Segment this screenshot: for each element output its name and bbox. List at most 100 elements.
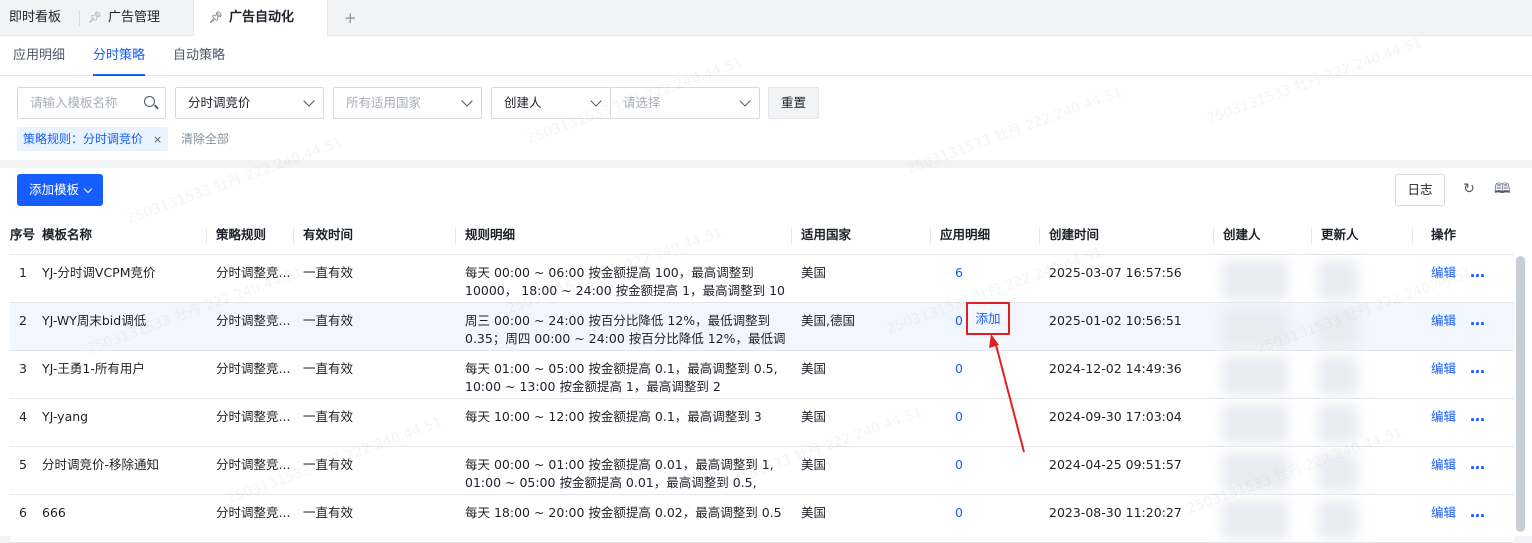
reset-button[interactable]: 重置	[768, 87, 820, 119]
creator-field-select[interactable]: 创建人	[491, 87, 611, 119]
strategy-rule: 分时调整竞...	[216, 265, 291, 280]
strategy-rule: 分时调整竞...	[216, 505, 291, 520]
tab-time-strategy[interactable]: 分时策略	[93, 36, 146, 76]
country: 美国	[801, 265, 827, 280]
more-icon[interactable]: …	[1470, 407, 1485, 425]
chevron-down-icon	[303, 95, 315, 107]
col-index: 序号	[10, 227, 36, 242]
window-tab-ad-management[interactable]: 📌︎ 广告管理	[88, 0, 160, 36]
col-creator: 创建人	[1223, 227, 1261, 242]
valid-time: 一直有效	[303, 313, 354, 328]
column-divider	[1039, 228, 1040, 244]
column-divider	[791, 228, 792, 244]
column-divider	[930, 228, 931, 244]
row-index: 2	[19, 313, 27, 328]
window-tab-bar: 即时看板 📌︎ 广告管理 📌︎ 广告自动化 +	[0, 0, 1532, 37]
updater-redacted	[1318, 309, 1358, 347]
column-divider	[1412, 228, 1413, 244]
rule-detail: 周三 00:00 ~ 24:00 按百分比降低 12%，最低调整到 0.35；周…	[465, 313, 786, 346]
add-tab-button[interactable]: +	[344, 0, 357, 36]
chevron-down-icon	[590, 95, 602, 107]
app-count-link[interactable]: 0	[955, 408, 963, 426]
add-app-link[interactable]: 添加	[966, 302, 1010, 335]
sub-tab-bar: 应用明细 分时策略 自动策略	[0, 36, 1532, 76]
edit-link[interactable]: 编辑	[1431, 408, 1456, 426]
rule-detail: 每天 10:00 ~ 12:00 按金额提高 0.1，最高调整到 3	[465, 409, 762, 424]
valid-time: 一直有效	[303, 361, 354, 376]
creator-redacted	[1222, 309, 1288, 347]
template-search-input[interactable]: 请输入模板名称	[17, 87, 166, 119]
created-time: 2024-04-25 09:51:57	[1049, 457, 1182, 472]
column-divider	[206, 228, 207, 244]
creator-redacted	[1222, 453, 1288, 491]
updater-redacted	[1318, 501, 1358, 539]
edit-link[interactable]: 编辑	[1431, 264, 1456, 282]
country-select[interactable]: 所有适用国家	[333, 87, 482, 119]
rule-detail: 每天 18:00 ~ 20:00 按金额提高 0.02，最高调整到 0.5	[465, 505, 782, 520]
app-count-link[interactable]: 0	[955, 456, 963, 474]
app-count-link[interactable]: 0	[955, 312, 963, 330]
updater-redacted	[1318, 357, 1358, 395]
col-actions: 操作	[1431, 227, 1457, 242]
refresh-icon[interactable]: ↻	[1462, 182, 1476, 196]
template-name: 666	[42, 505, 66, 520]
edit-link[interactable]: 编辑	[1431, 456, 1456, 474]
column-divider	[293, 228, 294, 244]
tab-divider	[79, 10, 80, 26]
section-divider	[0, 160, 1532, 168]
creator-value-select[interactable]: 请选择	[610, 87, 760, 119]
row-index: 5	[19, 457, 27, 472]
more-icon[interactable]: …	[1470, 263, 1485, 281]
app-count-link[interactable]: 6	[955, 264, 963, 282]
more-icon[interactable]: …	[1470, 503, 1485, 521]
clear-all-link[interactable]: 清除全部	[181, 127, 229, 151]
creator-redacted	[1222, 405, 1288, 443]
close-icon[interactable]: ×	[153, 133, 162, 146]
col-app-detail: 应用明细	[940, 227, 991, 242]
template-name: 分时调竞价-移除通知	[42, 457, 160, 472]
chevron-down-icon	[461, 95, 473, 107]
book-icon[interactable]: 🕮︎	[1494, 182, 1511, 196]
creator-redacted	[1222, 501, 1288, 539]
more-icon[interactable]: …	[1470, 359, 1485, 377]
edit-link[interactable]: 编辑	[1431, 360, 1456, 378]
add-template-button[interactable]: 添加模板	[17, 174, 104, 206]
vertical-scrollbar[interactable]	[1516, 256, 1525, 532]
log-button[interactable]: 日志	[1395, 174, 1445, 206]
col-country: 适用国家	[801, 227, 852, 242]
tab-auto-strategy[interactable]: 自动策略	[173, 36, 225, 76]
col-rule-detail: 规则明细	[465, 227, 516, 242]
tab-app-detail[interactable]: 应用明细	[13, 36, 65, 76]
window-tab-ad-automation[interactable]: 📌︎ 广告自动化	[193, 0, 328, 37]
window-tab-dashboard[interactable]: 即时看板	[9, 0, 61, 36]
valid-time: 一直有效	[303, 265, 354, 280]
created-time: 2024-09-30 17:03:04	[1049, 409, 1182, 424]
app-count-link[interactable]: 0	[955, 504, 963, 522]
more-icon[interactable]: …	[1470, 455, 1485, 473]
created-time: 2023-08-30 11:20:27	[1049, 505, 1182, 520]
col-template-name: 模板名称	[42, 227, 93, 242]
rule-detail: 每天 00:00 ~ 06:00 按金额提高 100，最高调整到 10000， …	[465, 265, 785, 298]
edit-link[interactable]: 编辑	[1431, 504, 1456, 522]
template-name: YJ-王勇1-所有用户	[42, 361, 145, 376]
rule-detail: 每天 01:00 ~ 05:00 按金额提高 0.1，最高调整到 0.5, 10…	[465, 361, 778, 394]
col-updater: 更新人	[1321, 227, 1359, 242]
created-time: 2025-03-07 16:57:56	[1049, 265, 1182, 280]
country: 美国	[801, 457, 827, 472]
strategy-rule: 分时调整竞...	[216, 409, 291, 424]
row-index: 1	[19, 265, 27, 280]
row-index: 4	[19, 409, 27, 424]
table-row: 2 YJ-WY周末bid调低 分时调整竞... 一直有效 周三 00:00 ~ …	[10, 303, 1514, 351]
strategy-rule: 分时调整竞...	[216, 313, 291, 328]
edit-link[interactable]: 编辑	[1431, 312, 1456, 330]
valid-time: 一直有效	[303, 505, 354, 520]
strategy-select[interactable]: 分时调竞价	[175, 87, 324, 119]
rule-detail: 每天 00:00 ~ 01:00 按金额提高 0.01，最高调整到 1, 01:…	[465, 457, 774, 490]
template-name: YJ-分时调VCPM竞价	[42, 265, 156, 280]
more-icon[interactable]: …	[1470, 311, 1485, 329]
created-time: 2024-12-02 14:49:36	[1049, 361, 1182, 376]
strategy-rule: 分时调整竞...	[216, 457, 291, 472]
country: 美国	[801, 361, 827, 376]
app-count-link[interactable]: 0	[955, 360, 963, 378]
strategy-rule: 分时调整竞...	[216, 361, 291, 376]
